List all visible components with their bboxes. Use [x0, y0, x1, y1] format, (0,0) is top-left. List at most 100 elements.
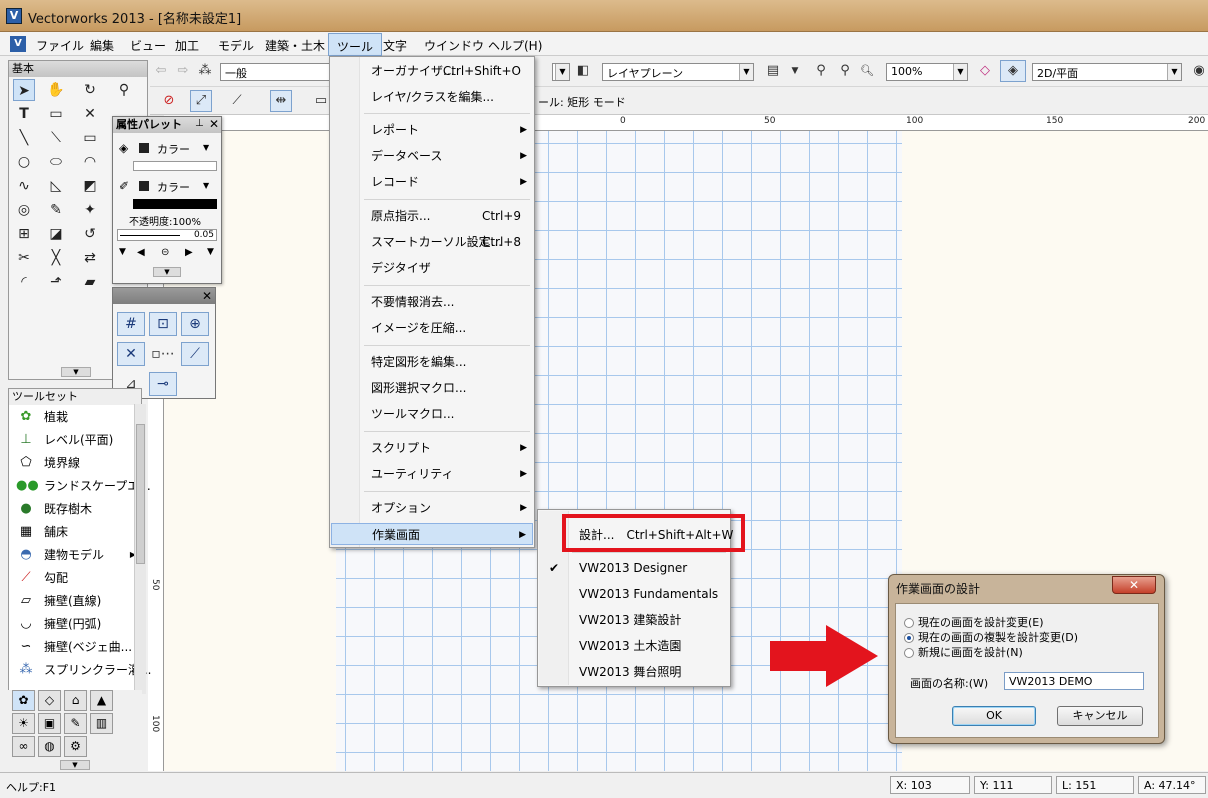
render-icon[interactable]: ◉ [1188, 60, 1208, 82]
menu-text[interactable]: 文字 [383, 37, 407, 54]
fill-swatch[interactable] [139, 143, 149, 153]
layer-icon[interactable]: ◧ [572, 60, 594, 82]
gear-icon[interactable]: ⚙ [64, 736, 87, 757]
magic-wand-tool-icon[interactable]: ✦ [79, 199, 101, 221]
menu-edit[interactable]: 編集 [90, 37, 114, 54]
forward-icon[interactable]: ⇨ [172, 60, 194, 82]
close-icon[interactable]: ✕ [202, 288, 212, 304]
offset-tool-icon[interactable]: ⬏ [45, 271, 67, 293]
radio-new-workspace[interactable]: 新規に画面を設計(N) [904, 646, 1023, 660]
toolset-item[interactable]: ▱ 擁壁(直線) [12, 590, 140, 612]
toolset-item[interactable]: ◓ 建物モデル ▶ [12, 544, 140, 566]
chevron-down-icon[interactable]: ▼ [61, 367, 91, 377]
menu-tools[interactable]: ツール [328, 33, 383, 56]
reshape-tool-icon[interactable]: ⊞ [13, 223, 35, 245]
double-line-tool-icon[interactable]: ⟍ [45, 127, 67, 149]
rotate-tool-icon[interactable]: ↺ [79, 223, 101, 245]
rectangle-tool-icon[interactable]: ▭ [79, 127, 101, 149]
polyline-mode-icon[interactable]: ⟋ [226, 90, 248, 112]
arc-tool-icon[interactable]: ◠ [79, 151, 101, 173]
snap-object-icon[interactable]: ⊡ [149, 312, 177, 336]
toolset-item[interactable]: ⟋ 勾配 [12, 567, 140, 589]
camera-set-icon[interactable]: ◍ [38, 736, 61, 757]
arrow-left-icon[interactable]: ◀ [137, 247, 145, 258]
menu-item-workspace[interactable]: VW2013 土木造園 [539, 634, 729, 658]
arrow-right-icon[interactable]: ▶ [185, 247, 193, 258]
clip-tool-icon[interactable]: ✂ [13, 247, 35, 269]
snap-tangent-icon[interactable]: ⟋ [181, 342, 209, 366]
circle-tool-icon[interactable]: ○ [13, 151, 35, 173]
sheet-icon[interactable]: ▤ [762, 60, 784, 82]
line-mode-icon[interactable]: ⤢ [190, 90, 212, 112]
chevron-down-icon[interactable]: ▼ [203, 181, 209, 190]
menu-modify[interactable]: 加工 [175, 37, 199, 54]
selection-tool-icon[interactable]: ➤ [13, 79, 35, 101]
menu-view[interactable]: ビュー [130, 37, 166, 54]
plumbing-set-icon[interactable]: ∞ [12, 736, 35, 757]
toolset-item[interactable]: ◡ 擁壁(円弧) [12, 613, 140, 635]
menu-item-custom-tool[interactable]: ツールマクロ... [331, 403, 533, 425]
menu-item-scripts[interactable]: スクリプト ▶ [331, 437, 533, 459]
view-combo[interactable]: 2D/平面 ▼ [1032, 63, 1182, 81]
snap-smart-point-icon[interactable]: ⊸ [149, 372, 177, 396]
line-weight-field[interactable]: 0.05 [117, 229, 217, 241]
zoom-selection-icon[interactable]: ⚲ [834, 60, 856, 82]
mirror-tool-icon[interactable]: ⇄ [79, 247, 101, 269]
callout-tool-icon[interactable]: ▭ [45, 103, 67, 125]
polyline-tool-icon[interactable]: ◺ [45, 175, 67, 197]
chevron-down-icon[interactable]: ▼ [207, 247, 214, 257]
toolset-item[interactable]: ∽ 擁壁(ベジェ曲... [12, 636, 140, 658]
detail-set-icon[interactable]: ▥ [90, 713, 113, 734]
locus-tool-icon[interactable]: ✕ [79, 103, 101, 125]
split-tool-icon[interactable]: ╳ [45, 247, 67, 269]
menu-item-edit-layers[interactable]: レイヤ/クラスを編集... [331, 86, 533, 108]
light-set-icon[interactable]: ☀ [12, 713, 35, 734]
chevron-down-icon[interactable]: ▼ [60, 760, 90, 770]
menu-item-organizer[interactable]: オーガナイザ... Ctrl+Shift+O [331, 60, 533, 82]
menu-item-workspaces[interactable]: 作業画面 ▶ [331, 523, 533, 545]
close-button[interactable]: ✕ [1112, 576, 1156, 594]
toolset-item[interactable]: ⬠ 境界線 [12, 452, 140, 474]
menu-item-compress-images[interactable]: イメージを圧縮... [331, 317, 533, 339]
menu-item-workspace[interactable]: VW2013 建築設計 [539, 608, 729, 632]
cancel-button[interactable]: キャンセル [1057, 706, 1143, 726]
toolset-item[interactable]: ✿ 植栽 [12, 406, 140, 428]
oval-tool-icon[interactable]: ⬭ [45, 151, 67, 173]
menu-item-workspace[interactable]: ✔ VW2013 Designer [539, 556, 729, 580]
scroll-thumb[interactable] [136, 424, 145, 564]
chevron-down-icon[interactable]: ▼ [203, 143, 209, 152]
menu-item-custom-selection[interactable]: 図形選択マクロ... [331, 377, 533, 399]
menu-model[interactable]: モデル [218, 37, 254, 54]
back-icon[interactable]: ⇦ [150, 60, 172, 82]
fillet-tool-icon[interactable]: ◜ [13, 271, 35, 293]
camera-tool-icon[interactable]: ◪ [45, 223, 67, 245]
snap-angle-icon[interactable]: ⊕ [181, 312, 209, 336]
snap-grid-icon[interactable]: # [117, 312, 145, 336]
menu-item-smart-cursor[interactable]: スマートカーソル設定... Ctrl+8 [331, 231, 533, 253]
eraser-tool-icon[interactable]: ▰ [79, 271, 101, 293]
flyover-tool-icon[interactable]: ↻ [79, 79, 101, 101]
zoom-tool-icon[interactable]: ⚲ [113, 79, 135, 101]
menu-item-origin[interactable]: 原点指示... Ctrl+9 [331, 205, 533, 227]
menu-item-report[interactable]: レポート ▶ [331, 119, 533, 141]
object-set-icon[interactable]: ▣ [38, 713, 61, 734]
menu-item-digitizer[interactable]: デジタイザ [331, 257, 533, 279]
link-icon[interactable]: ⊝ [161, 247, 169, 258]
fill-type-label[interactable]: カラー [157, 141, 190, 157]
workspace-name-input[interactable]: VW2013 DEMO [1004, 672, 1144, 690]
menu-item-options[interactable]: オプション ▶ [331, 497, 533, 519]
radio-modify-current[interactable]: 現在の画面を設計変更(E) [904, 616, 1044, 630]
3d-set-icon[interactable]: ▲ [90, 690, 113, 711]
menu-item-utilities[interactable]: ユーティリティ ▶ [331, 463, 533, 485]
document-icon[interactable]: V [10, 36, 26, 52]
snap-distance-icon[interactable]: ▫⋯ [149, 342, 177, 366]
menu-item-record[interactable]: レコード ▶ [331, 171, 533, 193]
menu-item-purge[interactable]: 不要情報消去... [331, 291, 533, 313]
menu-item-workspace[interactable]: VW2013 舞台照明 [539, 660, 729, 684]
menu-file[interactable]: ファイル [36, 37, 84, 54]
pin-icon[interactable]: ⊥ [195, 118, 204, 129]
line-tool-icon[interactable]: ╲ [13, 127, 35, 149]
landscape-set-icon[interactable]: ✿ [12, 690, 35, 711]
menu-window[interactable]: ウインドウ [424, 37, 484, 54]
toolset-item[interactable]: ⊥ レベル(平面) [12, 429, 140, 451]
